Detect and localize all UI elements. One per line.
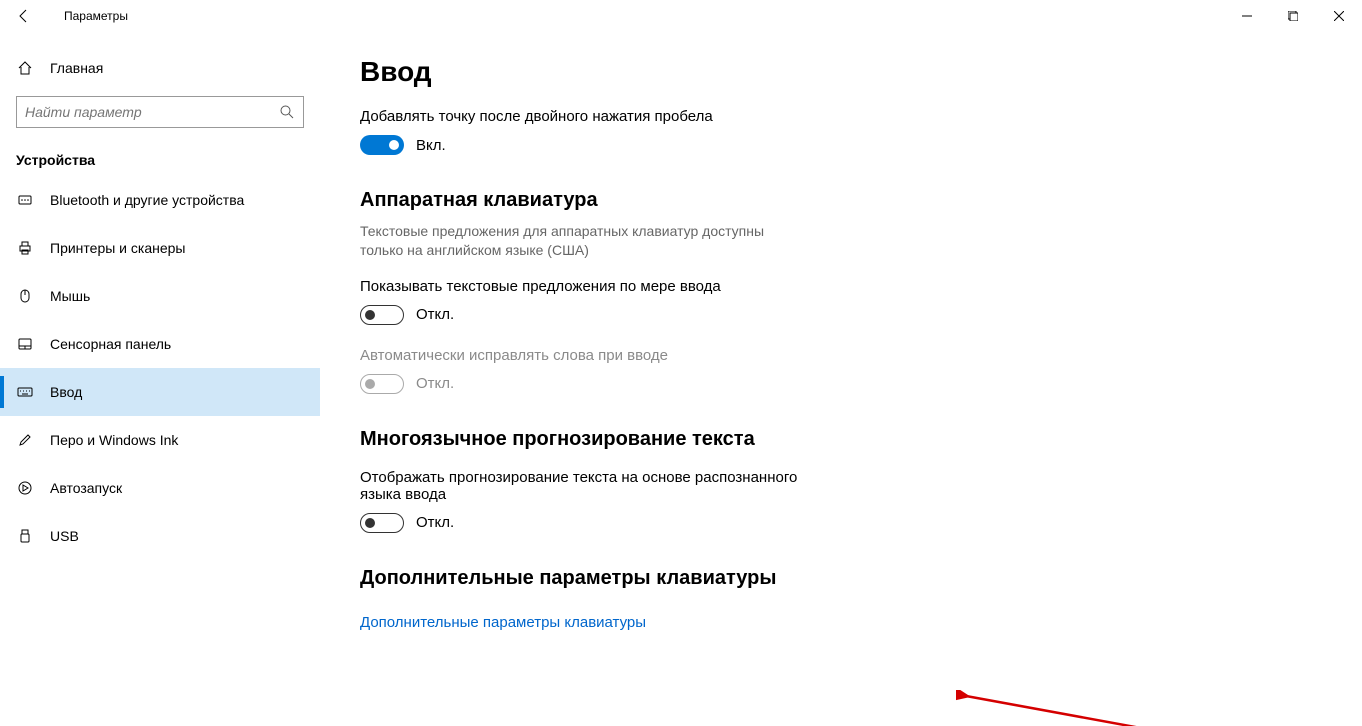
sidebar-item-label: Перо и Windows Ink (50, 432, 178, 448)
touchpad-icon (16, 335, 34, 353)
autoplay-icon (16, 479, 34, 497)
minimize-button[interactable] (1224, 0, 1270, 32)
sidebar-item-label: Мышь (50, 288, 90, 304)
maximize-button[interactable] (1270, 0, 1316, 32)
window-controls (1224, 0, 1362, 32)
hardware-keyboard-heading: Аппаратная клавиатура (360, 189, 1322, 212)
sidebar-item-pen[interactable]: Перо и Windows Ink (0, 416, 320, 464)
window-title: Параметры (64, 9, 128, 23)
usb-icon (16, 527, 34, 545)
sidebar-item-autoplay[interactable]: Автозапуск (0, 464, 320, 512)
sidebar-item-label: Bluetooth и другие устройства (50, 192, 244, 208)
advanced-keyboard-heading: Дополнительные параметры клавиатуры (360, 567, 1322, 590)
maximize-icon (1288, 11, 1298, 21)
annotation-arrow-icon (956, 690, 1216, 726)
bluetooth-icon (16, 191, 34, 209)
page-title: Ввод (360, 56, 1322, 88)
toggle-state-label: Вкл. (416, 137, 446, 154)
sidebar-item-label: USB (50, 528, 79, 544)
home-nav[interactable]: Главная (0, 48, 320, 88)
setting-suggestions-label: Показывать текстовые предложения по мере… (360, 278, 1322, 295)
sidebar-item-label: Ввод (50, 384, 82, 400)
toggle-period-after-space[interactable] (360, 135, 404, 155)
back-button[interactable] (8, 0, 40, 32)
setting-multilingual-label: Отображать прогнозирование текста на осн… (360, 469, 800, 503)
toggle-multilingual[interactable] (360, 513, 404, 533)
toggle-state-label: Откл. (416, 514, 454, 531)
advanced-keyboard-link[interactable]: Дополнительные параметры клавиатуры (360, 614, 646, 631)
pen-icon (16, 431, 34, 449)
toggle-state-label: Откл. (416, 375, 454, 392)
sidebar-item-mouse[interactable]: Мышь (0, 272, 320, 320)
sidebar-item-label: Принтеры и сканеры (50, 240, 185, 256)
search-icon (279, 104, 295, 120)
content-area: Ввод Добавлять точку после двойного нажа… (320, 32, 1362, 726)
mouse-icon (16, 287, 34, 305)
toggle-state-label: Откл. (416, 306, 454, 323)
toggle-autocorrect (360, 374, 404, 394)
multilingual-heading: Многоязычное прогнозирование текста (360, 428, 1322, 451)
home-label: Главная (50, 60, 103, 76)
search-input[interactable] (25, 104, 279, 120)
sidebar: Главная Устройства Bluetooth и другие ус… (0, 32, 320, 726)
setting-period-label: Добавлять точку после двойного нажатия п… (360, 108, 1322, 125)
printer-icon (16, 239, 34, 257)
sidebar-section-title: Устройства (0, 136, 320, 176)
minimize-icon (1242, 11, 1252, 21)
sidebar-item-label: Автозапуск (50, 480, 122, 496)
sidebar-item-printers[interactable]: Принтеры и сканеры (0, 224, 320, 272)
keyboard-icon (16, 383, 34, 401)
hardware-keyboard-desc: Текстовые предложения для аппаратных кла… (360, 222, 800, 260)
close-icon (1334, 11, 1344, 21)
search-box[interactable] (16, 96, 304, 128)
sidebar-item-usb[interactable]: USB (0, 512, 320, 560)
sidebar-item-bluetooth[interactable]: Bluetooth и другие устройства (0, 176, 320, 224)
arrow-left-icon (16, 8, 32, 24)
setting-autocorrect-label: Автоматически исправлять слова при вводе (360, 347, 1322, 364)
titlebar: Параметры (0, 0, 1362, 32)
sidebar-item-touchpad[interactable]: Сенсорная панель (0, 320, 320, 368)
close-button[interactable] (1316, 0, 1362, 32)
sidebar-item-typing[interactable]: Ввод (0, 368, 320, 416)
sidebar-item-label: Сенсорная панель (50, 336, 171, 352)
toggle-show-suggestions[interactable] (360, 305, 404, 325)
home-icon (16, 60, 34, 76)
